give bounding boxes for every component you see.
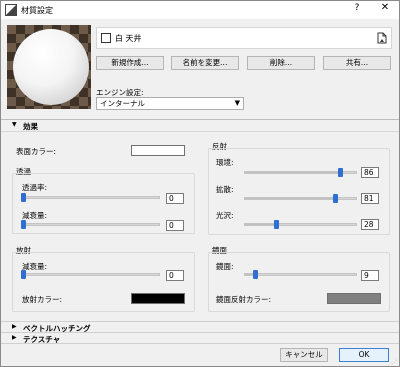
emission-attenuation-input[interactable]: 0	[166, 270, 184, 281]
reflection-ambient-label: 環境:	[216, 158, 234, 167]
emission-color-label: 放射カラー:	[22, 295, 63, 304]
reflection-gloss-label: 光沢:	[216, 211, 234, 220]
reflection-gloss-input[interactable]: 28	[361, 219, 379, 230]
footer-divider	[1, 343, 399, 344]
slider-thumb[interactable]	[332, 194, 338, 203]
window-title: 材質設定	[21, 6, 53, 15]
cancel-button[interactable]: キャンセル	[280, 348, 328, 362]
section-divider	[1, 131, 399, 132]
reflection-diffuse-label: 拡散:	[216, 185, 234, 194]
preview-sphere	[13, 29, 89, 105]
emission-attenuation-slider[interactable]	[21, 270, 160, 279]
surface-color-swatch[interactable]	[131, 145, 185, 156]
specular-input[interactable]: 9	[361, 270, 379, 281]
surface-color-label: 表面カラー:	[16, 147, 57, 156]
vector-hatch-section-header[interactable]: ▶ ベクトルハッチング	[1, 321, 399, 333]
chevron-down-icon: ▼	[234, 99, 240, 107]
slider-thumb[interactable]	[21, 270, 26, 279]
reflection-ambient-input[interactable]: 86	[361, 167, 379, 178]
material-name: 白 天井	[115, 34, 142, 43]
slider-thumb[interactable]	[21, 193, 26, 202]
slider-thumb[interactable]	[21, 220, 26, 229]
title-bar: 材質設定 ? ✕	[1, 1, 399, 19]
reflection-diffuse-input[interactable]: 81	[361, 193, 379, 204]
engine-settings-value: インターナル	[100, 99, 145, 108]
doc-menu-icon[interactable]	[377, 32, 387, 44]
slider-thumb[interactable]	[252, 270, 258, 279]
material-swatch	[101, 33, 111, 43]
material-app-icon	[5, 4, 17, 16]
close-icon[interactable]: ✕	[377, 2, 393, 17]
transparency-attenuation-slider[interactable]	[21, 220, 160, 229]
triangle-right-icon: ▶	[12, 323, 17, 330]
specular-slider[interactable]	[244, 270, 357, 279]
reflection-ambient-slider[interactable]	[244, 168, 357, 177]
share-button[interactable]: 共有...	[323, 56, 391, 70]
emission-color-swatch[interactable]	[131, 293, 185, 304]
delete-button[interactable]: 削除...	[247, 56, 315, 70]
reflection-diffuse-slider[interactable]	[244, 194, 357, 203]
specular-color-swatch[interactable]	[327, 293, 381, 304]
reflection-gloss-slider[interactable]	[244, 220, 357, 229]
slider-thumb[interactable]	[338, 168, 344, 177]
material-selector[interactable]: 白 天井	[96, 27, 392, 49]
help-icon[interactable]: ?	[349, 3, 365, 17]
transparency-rate-label: 透過率:	[22, 183, 48, 192]
transparency-attenuation-input[interactable]: 0	[166, 220, 184, 231]
slider-thumb[interactable]	[274, 220, 280, 229]
rename-button[interactable]: 名前を変更...	[171, 56, 239, 70]
triangle-down-icon: ▼	[12, 121, 17, 128]
material-preview	[7, 25, 91, 109]
specular-label: 鏡面:	[216, 262, 234, 271]
texture-section-header[interactable]: ▶ テクスチャ	[1, 332, 399, 344]
new-material-button[interactable]: 新規作成...	[96, 56, 164, 70]
transparency-rate-input[interactable]: 0	[166, 193, 184, 204]
effects-section-header[interactable]: ▼ 効果	[1, 119, 399, 131]
specular-color-label: 鏡面反射カラー:	[216, 295, 272, 304]
ok-button[interactable]: OK	[339, 348, 389, 362]
engine-settings-select[interactable]: インターナル ▼	[96, 97, 244, 110]
transparency-rate-slider[interactable]	[21, 193, 160, 202]
resize-grip-icon[interactable]: ⋰	[391, 359, 397, 366]
triangle-right-icon: ▶	[12, 334, 17, 341]
material-settings-dialog: 材質設定 ? ✕ 白 天井 新規作成... 名前を変更... 削除... 共有.…	[0, 0, 400, 367]
